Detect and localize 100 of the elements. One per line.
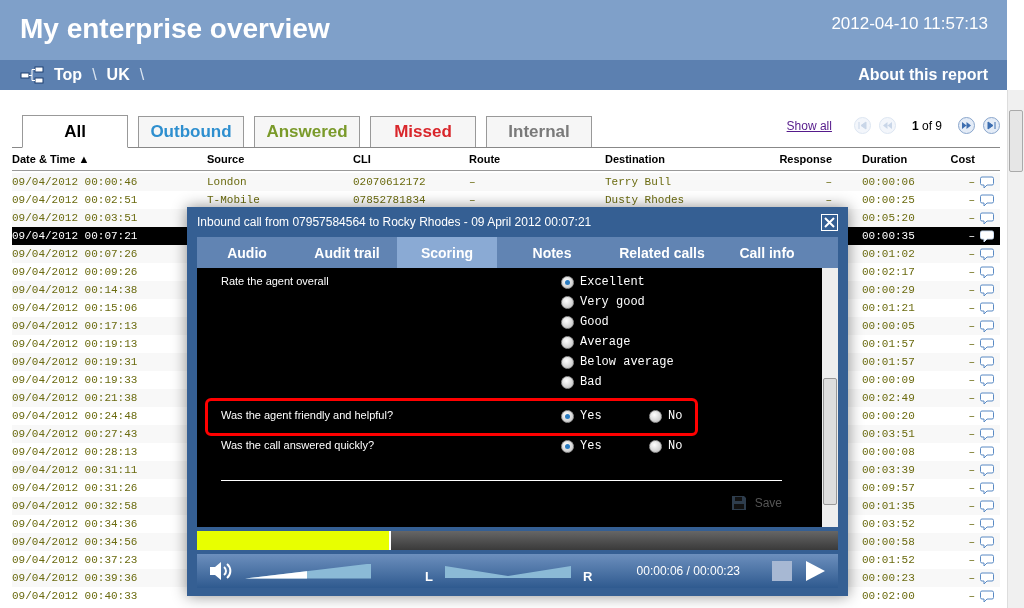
table-cell-text: 09/04/2012 00:07:21	[12, 230, 139, 242]
playback-time: 00:00:06 / 00:00:23	[636, 564, 740, 578]
table-cell-text: 00:02:17	[861, 266, 916, 278]
table-cell-text: –	[967, 230, 975, 242]
table-cell-text: 00:00:23	[861, 572, 916, 584]
balance-left-label: L	[425, 568, 433, 584]
last-page-button[interactable]	[983, 117, 1000, 134]
skip-back-icon	[857, 121, 867, 130]
table-cell-text: 00:00:08	[861, 446, 916, 458]
column-header[interactable]: Route	[469, 153, 605, 165]
radio-button[interactable]	[561, 275, 574, 289]
column-header[interactable]: Cost	[945, 153, 975, 165]
table-cell-text: 09/04/2012 00:21:38	[12, 392, 139, 404]
table-cell-text: 09/04/2012 00:24:48	[12, 410, 139, 422]
scrollbar-thumb[interactable]	[1009, 110, 1023, 172]
column-header[interactable]: Date & Time ▲	[12, 153, 207, 165]
filter-tab[interactable]: Answered	[254, 116, 360, 147]
radio-button[interactable]	[561, 375, 574, 389]
hierarchy-icon	[20, 66, 44, 84]
balance-slider[interactable]	[444, 564, 571, 578]
column-header[interactable]: Source	[207, 153, 353, 165]
option-label: Yes	[580, 439, 602, 453]
radio-button[interactable]	[561, 335, 574, 349]
balance-right-label: R	[582, 568, 593, 584]
scrollbar[interactable]	[822, 268, 838, 527]
table-cell-text: –	[967, 212, 975, 224]
table-cell-text: T-Mobile	[207, 194, 261, 206]
progress-bar[interactable]	[197, 531, 838, 550]
column-header[interactable]: CLI	[353, 153, 469, 165]
table-row[interactable]: 09/04/2012 00:00:46 London 02070612172 – Terry Bull – 00:00:06 –	[12, 173, 1000, 191]
table-cell-text: 00:02:00	[861, 590, 916, 602]
dialog-tab[interactable]: Audit trail	[297, 237, 397, 268]
table-cell-text: 09/04/2012 00:34:56	[12, 536, 139, 548]
table-cell-text: 00:00:20	[861, 410, 916, 422]
page-title: My enterprise overview	[20, 13, 330, 45]
radio-button[interactable]	[649, 409, 662, 423]
option-label: Below average	[580, 355, 674, 369]
about-report-link[interactable]: About this report	[858, 66, 988, 84]
table-cell-text: 00:05:20	[861, 212, 916, 224]
rewind-icon	[882, 121, 892, 130]
table-cell-text: London	[207, 176, 248, 188]
table-cell-text: 09/04/2012 00:40:33	[12, 590, 139, 602]
breadcrumb-separator: \	[92, 66, 97, 84]
table-cell-text: –	[967, 554, 975, 566]
table-cell-text: –	[967, 266, 975, 278]
filter-tab[interactable]: Missed	[370, 116, 476, 147]
dialog-tab[interactable]: Scoring	[397, 237, 497, 268]
radio-button[interactable]	[561, 315, 574, 329]
table-cell-text: 00:09:57	[861, 482, 916, 494]
table-cell-text: 09/04/2012 00:19:13	[12, 338, 139, 350]
table-cell-text: –	[967, 590, 975, 602]
skip-forward-icon	[987, 121, 996, 130]
table-cell-text: –	[967, 284, 975, 296]
table-cell-text: 09/04/2012 00:27:43	[12, 428, 139, 440]
dialog-tab[interactable]: Call info	[717, 237, 817, 268]
table-cell-text: 09/04/2012 00:19:31	[12, 356, 139, 368]
dialog-tab[interactable]: Notes	[497, 237, 607, 268]
table-cell-text: –	[967, 194, 975, 206]
table-cell-text: 00:00:35	[861, 230, 916, 242]
table-cell-text: –	[967, 446, 975, 458]
dialog-tab[interactable]: Audio	[197, 237, 297, 268]
table-cell-text: 09/04/2012 00:37:23	[12, 554, 139, 566]
radio-button[interactable]	[561, 355, 574, 369]
show-all-link[interactable]: Show all	[786, 118, 832, 133]
column-header[interactable]: Duration	[832, 153, 945, 165]
table-cell-text: 09/04/2012 00:31:26	[12, 482, 139, 494]
dialog-tab[interactable]: Related calls	[607, 237, 717, 268]
radio-button[interactable]	[649, 439, 662, 453]
scrollbar-thumb[interactable]	[823, 378, 837, 505]
radio-button[interactable]	[561, 439, 574, 453]
dialog-title: Inbound call from 07957584564 to Rocky Rhodes - 09 April 2012 00:07:21	[197, 215, 592, 229]
table-cell-text: –	[967, 482, 975, 494]
table-cell-text: –	[967, 356, 975, 368]
breadcrumb-separator: \	[139, 66, 145, 84]
table-cell-text: 00:00:09	[861, 374, 916, 386]
filter-tab[interactable]: Outbound	[138, 116, 244, 147]
question-text: Was the call answered quickly?	[221, 439, 376, 453]
column-header[interactable]: Destination	[605, 153, 760, 165]
speaker-icon[interactable]	[209, 560, 233, 582]
breadcrumb-link[interactable]: UK	[106, 66, 130, 84]
table-cell-text: –	[967, 536, 975, 548]
table-cell-text: 09/04/2012 00:17:13	[12, 320, 139, 332]
table-cell-text: 00:01:02	[861, 248, 916, 260]
radio-button[interactable]	[561, 409, 574, 423]
close-button[interactable]	[821, 213, 838, 231]
column-header[interactable]: Response	[760, 153, 832, 165]
filter-tab[interactable]: Internal	[486, 116, 592, 147]
table-cell-text: –	[967, 374, 975, 386]
play-button[interactable]	[804, 560, 826, 582]
option-label: No	[668, 409, 683, 423]
option-label: Bad	[580, 375, 602, 389]
scrollbar[interactable]	[1007, 90, 1024, 608]
table-cell-text: –	[967, 338, 975, 350]
table-cell-text: –	[967, 248, 975, 260]
next-page-button[interactable]	[958, 117, 975, 134]
option-label: Very good	[580, 295, 645, 309]
filter-tab[interactable]: All	[22, 115, 128, 148]
breadcrumb-link[interactable]: Top	[54, 66, 83, 84]
radio-button[interactable]	[561, 295, 574, 309]
question-text: Rate the agent overall	[221, 275, 330, 289]
